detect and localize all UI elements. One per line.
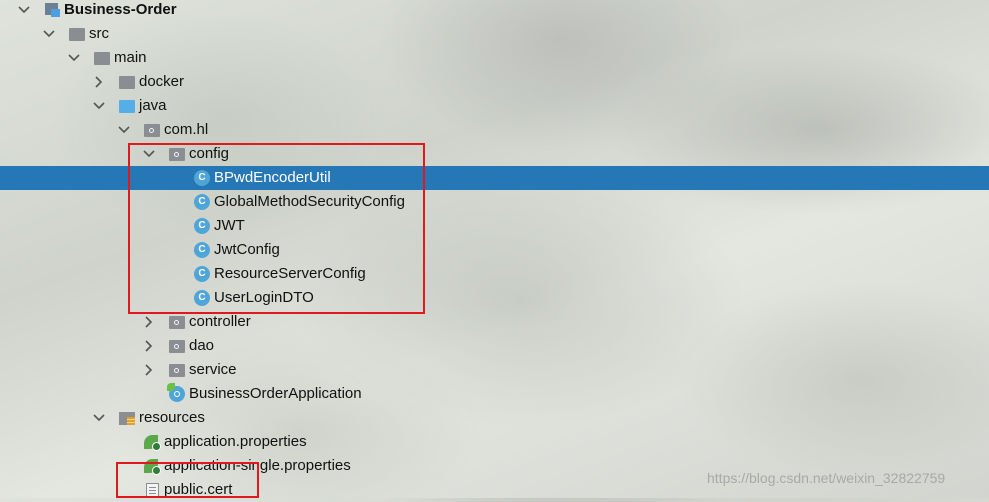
tree-item-config[interactable]: config bbox=[0, 142, 989, 166]
file-icon bbox=[143, 478, 161, 502]
chevron-down-icon[interactable] bbox=[92, 406, 106, 430]
tree-item-java[interactable]: java bbox=[0, 94, 989, 118]
tree-item-label: application-single.properties bbox=[164, 457, 351, 474]
tree-item-business-order-application[interactable]: BusinessOrderApplication bbox=[0, 382, 989, 406]
package-icon bbox=[168, 358, 186, 382]
tree-item-label: application.properties bbox=[164, 433, 307, 450]
tree-item-user-login-dto[interactable]: C UserLoginDTO bbox=[0, 286, 989, 310]
resources-folder-icon bbox=[118, 406, 136, 430]
tree-item-label: java bbox=[139, 97, 167, 114]
tree-item-resource-server-config[interactable]: C ResourceServerConfig bbox=[0, 262, 989, 286]
tree-item-label: docker bbox=[139, 73, 185, 90]
class-icon: C bbox=[193, 286, 211, 310]
tree-item-main[interactable]: main bbox=[0, 46, 989, 70]
tree-item-label: JWT bbox=[214, 217, 245, 234]
tree-item-label: ResourceServerConfig bbox=[214, 265, 366, 282]
chevron-down-icon[interactable] bbox=[42, 22, 56, 46]
tree-item-jwt[interactable]: C JWT bbox=[0, 214, 989, 238]
class-icon: C bbox=[193, 190, 211, 214]
class-icon: C bbox=[193, 214, 211, 238]
tree-item-service[interactable]: service bbox=[0, 358, 989, 382]
chevron-right-icon[interactable] bbox=[142, 334, 156, 358]
tree-item-label: main bbox=[114, 49, 147, 66]
tree-item-label: public.cert bbox=[164, 481, 233, 498]
tree-item-docker[interactable]: docker bbox=[0, 70, 989, 94]
tree-item-resources[interactable]: resources bbox=[0, 406, 989, 430]
tree-item-label: GlobalMethodSecurityConfig bbox=[214, 193, 405, 210]
spring-properties-icon bbox=[143, 430, 161, 454]
tree-item-label: config bbox=[189, 145, 230, 162]
source-folder-icon bbox=[118, 94, 136, 118]
chevron-right-icon[interactable] bbox=[92, 70, 106, 94]
chevron-down-icon[interactable] bbox=[117, 118, 131, 142]
chevron-down-icon[interactable] bbox=[67, 46, 81, 70]
package-icon bbox=[168, 334, 186, 358]
spring-boot-app-icon bbox=[167, 382, 186, 406]
chevron-down-icon[interactable] bbox=[92, 94, 106, 118]
tree-item-dao[interactable]: dao bbox=[0, 334, 989, 358]
tree-item-bpwd-encoder-util[interactable]: C BPwdEncoderUtil bbox=[0, 166, 989, 190]
tree-item-label: src bbox=[89, 25, 109, 42]
folder-icon bbox=[118, 70, 136, 94]
tree-item-global-method-security-config[interactable]: C GlobalMethodSecurityConfig bbox=[0, 190, 989, 214]
class-icon: C bbox=[193, 238, 211, 262]
folder-icon bbox=[68, 22, 86, 46]
tree-item-label: service bbox=[189, 361, 237, 378]
tree-item-application-properties[interactable]: application.properties bbox=[0, 430, 989, 454]
chevron-down-icon[interactable] bbox=[17, 0, 31, 22]
watermark: https://blog.csdn.net/weixin_32822759 bbox=[707, 470, 946, 486]
module-icon bbox=[43, 0, 61, 22]
spring-properties-icon bbox=[143, 454, 161, 478]
package-icon bbox=[143, 118, 161, 142]
package-icon bbox=[168, 310, 186, 334]
tree-item-controller[interactable]: controller bbox=[0, 310, 989, 334]
folder-icon bbox=[93, 46, 111, 70]
class-icon: C bbox=[193, 166, 211, 190]
tree-item-label: dao bbox=[189, 337, 215, 354]
tree-item-com-hl[interactable]: com.hl bbox=[0, 118, 989, 142]
package-icon bbox=[168, 142, 186, 166]
tree-item-business-order[interactable]: Business-Order bbox=[0, 0, 989, 22]
tree-item-label: resources bbox=[139, 409, 205, 426]
tree-item-jwt-config[interactable]: C JwtConfig bbox=[0, 238, 989, 262]
tree-item-label: BusinessOrderApplication bbox=[189, 385, 362, 402]
chevron-right-icon[interactable] bbox=[142, 358, 156, 382]
tree-item-label: com.hl bbox=[164, 121, 209, 138]
tree-item-label: BPwdEncoderUtil bbox=[214, 169, 331, 186]
class-icon: C bbox=[193, 262, 211, 286]
chevron-down-icon[interactable] bbox=[142, 142, 156, 166]
tree-item-label: controller bbox=[189, 313, 251, 330]
tree-item-label: JwtConfig bbox=[214, 241, 280, 258]
tree-item-label: Business-Order bbox=[64, 1, 177, 18]
tree-item-src[interactable]: src bbox=[0, 22, 989, 46]
chevron-right-icon[interactable] bbox=[142, 310, 156, 334]
tree-item-label: UserLoginDTO bbox=[214, 289, 314, 306]
